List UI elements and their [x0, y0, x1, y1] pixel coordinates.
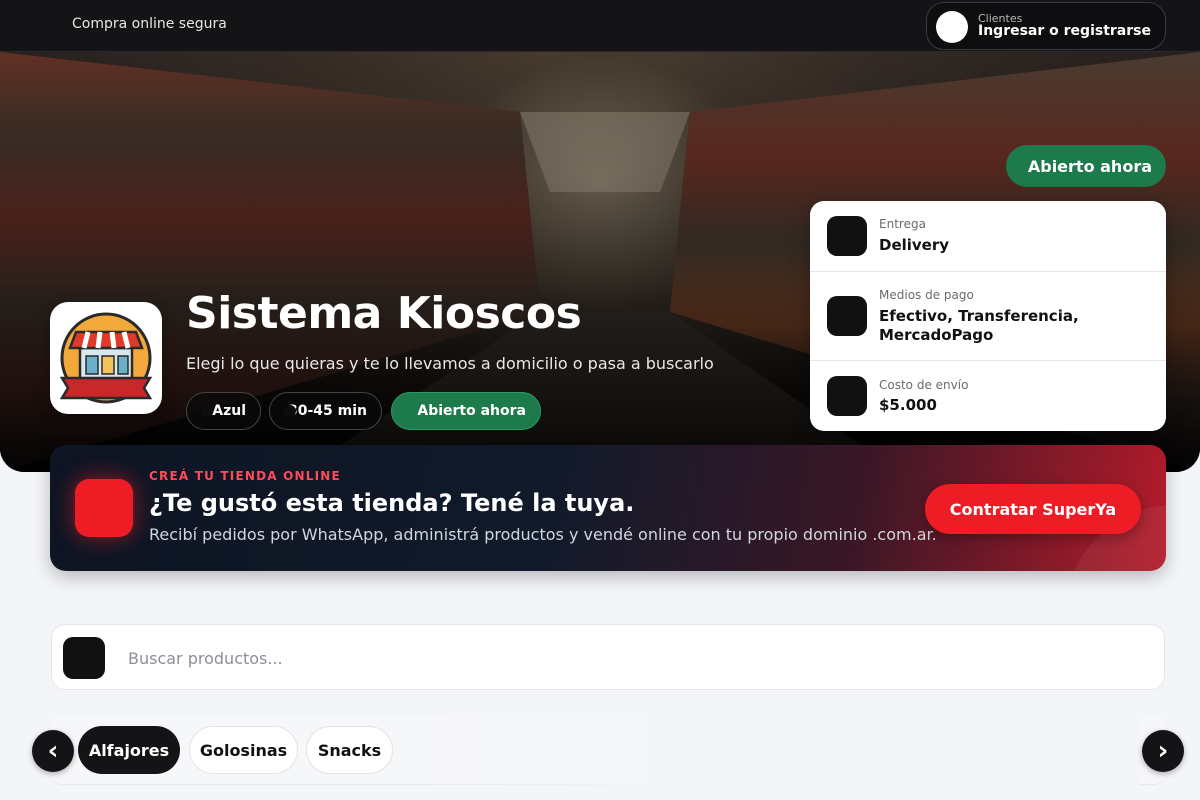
status-dot-icon — [406, 405, 418, 417]
open-now-chip: Abierto ahora — [391, 392, 541, 430]
store-logo — [50, 302, 162, 414]
scroll-right-arrow-icon[interactable]: › — [1142, 730, 1184, 772]
delivery-info-row: Entrega Delivery — [810, 201, 1166, 272]
secure-purchase-text: Compra online segura — [72, 16, 227, 32]
client-login-button[interactable]: Clientes Ingresar o registrarse — [926, 2, 1166, 50]
promo-description: Recibí pedidos por WhatsApp, administrá … — [149, 525, 937, 544]
product-search-bar — [51, 624, 1165, 690]
store-title: Sistema Kioscos — [186, 288, 582, 339]
category-snacks[interactable]: Snacks — [306, 726, 393, 774]
search-input[interactable] — [128, 639, 1148, 677]
payment-methods-row: Medios de pago Efectivo, Transferencia, … — [810, 272, 1166, 361]
login-register-label: Ingresar o registrarse — [978, 23, 1151, 39]
price-tag-icon — [827, 376, 867, 416]
promo-title: ¿Te gustó esta tienda? Tené la tuya. — [149, 489, 635, 517]
search-icon — [63, 637, 105, 679]
top-bar: Compra online segura Clientes Ingresar o… — [0, 0, 1200, 52]
promo-banner: CREÁ TU TIENDA ONLINE ¿Te gustó esta tie… — [50, 445, 1166, 571]
shipping-cost-row: Costo de envío $5.000 — [810, 361, 1166, 431]
category-alfajores[interactable]: Alfajores — [78, 726, 180, 774]
store-promo-icon — [75, 479, 133, 537]
scroll-left-arrow-icon[interactable]: ‹ — [32, 730, 74, 772]
clock-icon — [284, 405, 296, 417]
user-avatar-icon — [936, 11, 968, 43]
truck-icon — [827, 216, 867, 256]
open-status-badge: Abierto ahora — [1006, 145, 1166, 187]
wallet-icon — [827, 296, 867, 336]
category-golosinas[interactable]: Golosinas — [189, 726, 298, 774]
delivery-time-chip: 30-45 min — [269, 392, 382, 430]
store-subtitle: Elegi lo que quieras y te lo llevamos a … — [186, 354, 714, 373]
color-chip: Azul — [186, 392, 261, 430]
store-info-card: Entrega Delivery Medios de pago Efectivo… — [810, 201, 1166, 431]
storefront-logo-icon — [59, 312, 153, 404]
hire-superya-button[interactable]: Contratar SuperYa — [925, 484, 1141, 534]
color-dot-icon — [201, 405, 213, 417]
promo-eyebrow: CREÁ TU TIENDA ONLINE — [149, 469, 341, 483]
